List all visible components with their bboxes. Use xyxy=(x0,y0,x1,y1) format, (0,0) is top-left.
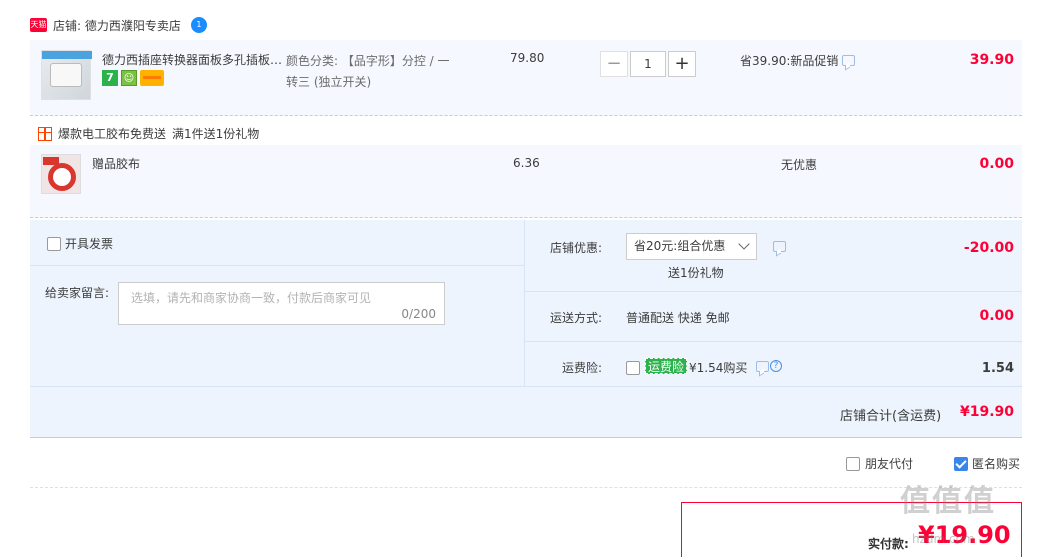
gift-unit-price: 6.36 xyxy=(513,156,540,170)
quantity-stepper: − 1 + xyxy=(600,50,696,78)
invoice-checkbox[interactable] xyxy=(47,236,61,251)
item-promotion: 省39.90:新品促销 xyxy=(740,52,856,69)
left-row-divider xyxy=(30,265,524,266)
promo-comment-icon[interactable] xyxy=(842,55,856,66)
message-char-count: 0/200 xyxy=(401,307,436,321)
insurance-comment-icon[interactable] xyxy=(756,360,769,372)
quantity-decrease-button[interactable]: − xyxy=(600,51,628,77)
insurance-checkbox[interactable] xyxy=(626,361,640,375)
insurance-badge: 运费险 xyxy=(645,358,688,374)
total-row-divider xyxy=(30,386,1022,387)
watermark-site: hzdm.com xyxy=(912,532,975,546)
help-icon[interactable]: ? xyxy=(770,360,782,372)
insurance-price: ¥1.54购买 xyxy=(689,361,748,375)
discount-gift-note: 送1份礼物 xyxy=(668,266,724,280)
invoice-option[interactable]: 开具发票 xyxy=(47,235,113,252)
unit-price: 79.80 xyxy=(510,51,545,65)
invoice-label: 开具发票 xyxy=(65,237,114,251)
gift-promotion: 无优惠 xyxy=(781,158,818,172)
wangwang-chat-icon[interactable]: 1 xyxy=(190,17,207,33)
product-thumbnail[interactable] xyxy=(41,50,92,100)
shop-discount-select[interactable]: 省20元:组合优惠 xyxy=(626,233,757,260)
message-placeholder: 选填，请先和商家协商一致，付款后商家可见 xyxy=(131,291,372,305)
product-sku: 颜色分类: 【品字形】分控 / 一 转三 (独立开关) xyxy=(286,51,466,93)
friend-pay-label: 朋友代付 xyxy=(865,457,914,471)
seller-message-input[interactable]: 选填，请先和商家协商一致，付款后商家可见 0/200 xyxy=(118,282,445,325)
anonymous-checkbox[interactable] xyxy=(954,456,968,471)
sku-line-2: 转三 (独立开关) xyxy=(286,75,372,89)
anonymous-purchase-option[interactable]: 匿名购买 xyxy=(954,455,1020,472)
tmall-badge-icon: 天猫 xyxy=(30,18,47,32)
item-subtotal: 39.90 xyxy=(969,52,1014,68)
shop-discount-label: 店铺优惠: xyxy=(550,241,603,255)
insurance-icons: ? xyxy=(756,360,782,372)
shipping-value: 0.00 xyxy=(979,308,1014,324)
thumbnail-strip xyxy=(42,51,92,59)
shipping-method: 普通配送 快递 免邮 xyxy=(626,311,730,325)
gift-subtotal: 0.00 xyxy=(979,156,1014,172)
friend-pay-option[interactable]: 朋友代付 xyxy=(846,455,913,472)
anonymous-label: 匿名购买 xyxy=(972,457,1021,471)
right-row-divider-2 xyxy=(525,341,1022,342)
discount-comment-icon[interactable] xyxy=(773,241,786,252)
gift-rule: 满1件送1份礼物 xyxy=(172,127,260,141)
insurance-value: 1.54 xyxy=(981,361,1014,376)
product-title-link[interactable]: 德力西插座转换器面板多孔插板… xyxy=(102,51,282,68)
promotion-text: 省39.90:新品促销 xyxy=(740,54,839,68)
credit-card-icon[interactable] xyxy=(140,70,164,86)
gift-title: 爆款电工胶布免费送 xyxy=(58,127,167,141)
insurance-label: 运费险: xyxy=(562,361,603,375)
seven-day-return-icon[interactable]: 7 xyxy=(102,70,118,86)
discount-selected-value: 省20元:组合优惠 xyxy=(634,239,726,253)
gift-thumbnail[interactable] xyxy=(41,154,81,194)
quantity-input[interactable]: 1 xyxy=(630,51,666,77)
quantity-increase-button[interactable]: + xyxy=(668,51,696,77)
shop-total-label: 店铺合计(含运费) xyxy=(840,409,942,424)
thumbnail-tag xyxy=(43,157,59,165)
right-row-divider-1 xyxy=(525,291,1022,292)
sku-line-1: 颜色分类: 【品字形】分控 / 一 xyxy=(286,54,450,68)
gift-product-title[interactable]: 赠品胶布 xyxy=(92,155,140,172)
gift-header: 爆款电工胶布免费送 满1件送1份礼物 xyxy=(38,125,259,142)
friend-pay-checkbox[interactable] xyxy=(846,456,860,471)
service-badges: 7 ☺ xyxy=(102,70,164,86)
payment-label: 实付款: xyxy=(868,537,909,551)
panel-divider xyxy=(524,220,525,386)
section-divider xyxy=(30,487,1022,488)
chevron-down-icon xyxy=(738,238,750,250)
shop-name-link[interactable]: 店铺: 德力西濮阳专卖店 xyxy=(53,17,181,34)
consumer-protection-icon[interactable]: ☺ xyxy=(121,70,137,86)
discount-value: -20.00 xyxy=(963,240,1014,256)
watermark-logo: 值值值 xyxy=(900,484,996,519)
message-label: 给卖家留言: xyxy=(45,286,110,300)
gift-icon xyxy=(38,126,52,141)
shop-total-value: ¥19.90 xyxy=(959,404,1014,420)
shipping-label: 运送方式: xyxy=(550,311,603,325)
tape-roll-icon xyxy=(48,163,76,191)
plug-image-icon xyxy=(50,63,82,87)
shop-header: 天猫 店铺: 德力西濮阳专卖店 1 xyxy=(30,14,207,36)
